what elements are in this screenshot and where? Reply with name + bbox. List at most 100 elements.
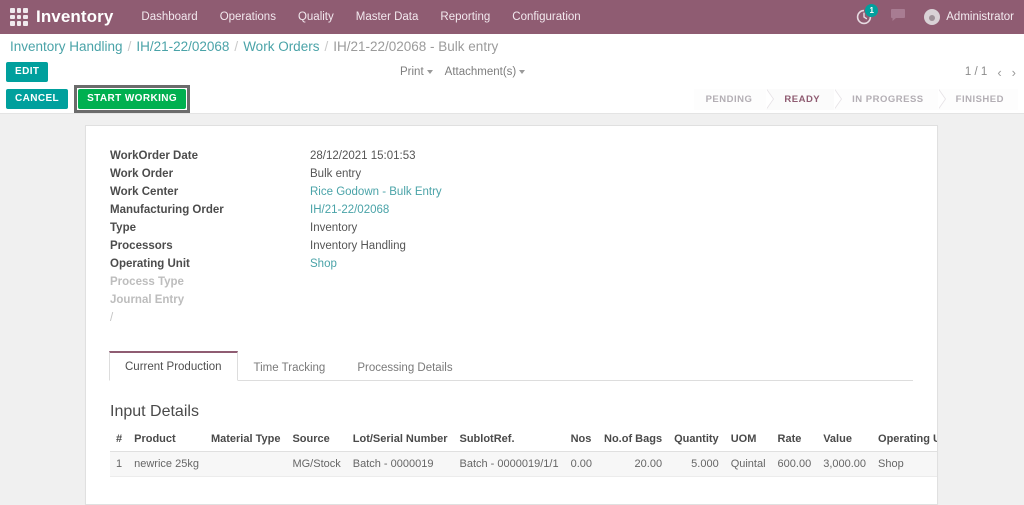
breadcrumb: Inventory Handling / IH/21-22/02068 / Wo… <box>0 34 1024 59</box>
column-header-value: Value <box>817 429 873 452</box>
chevron-left-icon[interactable]: ‹ <box>997 65 1001 80</box>
menu-item-operations[interactable]: Operations <box>220 11 276 23</box>
column-header-nos: Nos <box>564 429 598 452</box>
status-step-pending[interactable]: PENDING <box>693 88 775 110</box>
cell-lot-serial-number: Batch - 0000019 <box>346 451 454 477</box>
record-pager: 1 / 1 ‹ › <box>965 65 1016 80</box>
label-type: Type <box>110 222 136 234</box>
status-step-ready[interactable]: READY <box>766 88 842 110</box>
page-body: WorkOrder Date 28/12/2021 15:01:53 Work … <box>0 114 1024 505</box>
field-row-work-center: Work Center Rice Godown - Bulk Entry <box>110 186 442 204</box>
column-header-source: Source <box>286 429 347 452</box>
column-header-sublot-ref: SublotRef. <box>453 429 565 452</box>
label-manufacturing-order: Manufacturing Order <box>110 204 224 216</box>
main-menu: Dashboard Operations Quality Master Data… <box>141 11 580 23</box>
field-row-processors: Processors Inventory Handling <box>110 240 442 258</box>
column-header-no-of-bags: No.of Bags <box>598 429 669 452</box>
edit-button[interactable]: EDIT <box>6 62 49 82</box>
cell-index: 1 <box>110 451 129 477</box>
tab-time-tracking[interactable]: Time Tracking <box>238 353 342 381</box>
column-header-lot-serial-number: Lot/Serial Number <box>346 429 454 452</box>
column-header-product: Product <box>128 429 205 452</box>
workflow-buttons: CANCEL START WORKING <box>6 85 191 113</box>
value-operating-unit[interactable]: Shop <box>310 258 442 276</box>
navbar-right-tools: 1 Administrator <box>856 4 1014 27</box>
breadcrumb-item-work-orders[interactable]: Work Orders <box>243 39 319 54</box>
field-row-manufacturing-order: Manufacturing Order IH/21-22/02068 <box>110 204 442 222</box>
tab-current-production[interactable]: Current Production <box>109 351 238 381</box>
notebook-tabs: Current Production Time Tracking Process… <box>109 350 913 381</box>
value-work-center[interactable]: Rice Godown - Bulk Entry <box>310 186 442 204</box>
record-action-menus: Print Attachment(s) <box>400 66 526 78</box>
label-work-order: Work Order <box>110 168 174 180</box>
start-working-button[interactable]: START WORKING <box>78 89 187 109</box>
value-manufacturing-order[interactable]: IH/21-22/02068 <box>310 204 442 222</box>
chat-bubble-icon[interactable] <box>890 8 906 27</box>
cell-value: 3,000.00 <box>817 451 873 477</box>
apps-grid-icon[interactable] <box>10 8 28 26</box>
field-row-workorder-date: WorkOrder Date 28/12/2021 15:01:53 <box>110 150 442 168</box>
user-avatar-icon <box>924 9 941 25</box>
cell-nos: 0.00 <box>564 451 598 477</box>
label-workorder-date: WorkOrder Date <box>110 150 198 162</box>
status-step-finished[interactable]: FINISHED <box>937 88 1018 110</box>
action-status-bar: CANCEL START WORKING PENDING READY IN PR… <box>0 85 1024 114</box>
status-step-in-progress[interactable]: IN PROGRESS <box>834 88 946 110</box>
column-header-index: # <box>110 429 129 452</box>
print-dropdown[interactable]: Print <box>400 66 433 78</box>
cell-no-of-bags: 20.00 <box>598 451 669 477</box>
tab-processing-details[interactable]: Processing Details <box>341 353 468 381</box>
field-row-operating-unit: Operating Unit Shop <box>110 258 442 276</box>
breadcrumb-item-manufacturing-order[interactable]: IH/21-22/02068 <box>136 39 229 54</box>
breadcrumb-separator: / <box>234 39 239 54</box>
attachments-dropdown[interactable]: Attachment(s) <box>445 66 526 78</box>
menu-item-dashboard[interactable]: Dashboard <box>141 11 197 23</box>
cell-material-type <box>204 451 287 477</box>
workorder-field-table: WorkOrder Date 28/12/2021 15:01:53 Work … <box>110 150 442 330</box>
value-type: Inventory <box>310 222 358 234</box>
value-processors: Inventory Handling <box>310 240 406 252</box>
input-details-table: # Product Material Type Source Lot/Seria… <box>110 429 937 477</box>
table-row[interactable]: 1 newrice 25kg MG/Stock Batch - 0000019 … <box>110 451 937 477</box>
field-row-type: Type Inventory <box>110 222 442 240</box>
menu-item-quality[interactable]: Quality <box>298 11 334 23</box>
value-workorder-date: 28/12/2021 15:01:53 <box>310 150 416 162</box>
value-work-order: Bulk entry <box>310 168 362 180</box>
chevron-right-icon[interactable]: › <box>1012 65 1016 80</box>
menu-item-master-data[interactable]: Master Data <box>356 11 419 23</box>
field-row-journal-entry: Journal Entry <box>110 294 442 312</box>
cell-rate: 600.00 <box>771 451 818 477</box>
field-row-trailing-slash: / <box>110 312 442 330</box>
cell-quantity: 5.000 <box>668 451 725 477</box>
cancel-button[interactable]: CANCEL <box>6 89 69 109</box>
menu-item-reporting[interactable]: Reporting <box>440 11 490 23</box>
pager-count: 1 / 1 <box>964 66 988 78</box>
menu-item-configuration[interactable]: Configuration <box>512 11 580 23</box>
breadcrumb-separator: / <box>324 39 329 54</box>
user-menu[interactable]: Administrator <box>924 9 1014 25</box>
label-operating-unit: Operating Unit <box>110 258 190 270</box>
field-row-work-order: Work Order Bulk entry <box>110 168 442 186</box>
app-brand-title[interactable]: Inventory <box>36 7 113 27</box>
column-header-rate: Rate <box>771 429 818 452</box>
label-journal-entry: Journal Entry <box>110 294 185 306</box>
cell-product: newrice 25kg <box>128 451 205 477</box>
value-process-type <box>310 276 442 294</box>
cell-sublot-ref: Batch - 0000019/1/1 <box>453 451 565 477</box>
breadcrumb-item-inventory-handling[interactable]: Inventory Handling <box>10 39 123 54</box>
print-label: Print <box>400 66 424 78</box>
chevron-down-icon <box>426 69 433 74</box>
breadcrumb-separator: / <box>127 39 132 54</box>
cell-uom: Quintal <box>724 451 772 477</box>
activity-clock-icon[interactable]: 1 <box>856 4 879 25</box>
attachments-label: Attachment(s) <box>444 66 517 78</box>
label-process-type: Process Type <box>110 276 184 288</box>
cell-source: MG/Stock <box>286 451 347 477</box>
chevron-down-icon <box>519 69 526 74</box>
status-bar: PENDING READY IN PROGRESS FINISHED <box>693 88 1018 110</box>
column-header-uom: UOM <box>724 429 772 452</box>
user-name-label: Administrator <box>946 11 1014 23</box>
value-journal-entry <box>310 294 442 312</box>
cell-operating-unit: Shop <box>872 451 937 477</box>
activity-count-badge: 1 <box>865 4 879 17</box>
